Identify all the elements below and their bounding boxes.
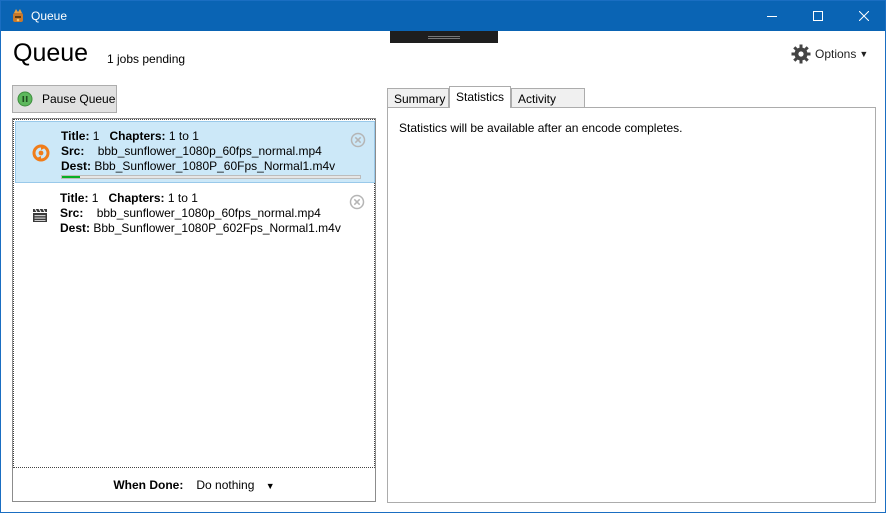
options-label: Options <box>815 47 857 61</box>
grip-icon <box>428 36 460 39</box>
dest-label: Dest: <box>60 221 91 235</box>
chapters-value: 1 to 1 <box>167 191 198 205</box>
statistics-message: Statistics will be available after an en… <box>399 121 683 135</box>
page-title: Queue <box>13 39 89 67</box>
job-details: Title: 1 Chapters: 1 to 1 Src: bbb_sunfl… <box>61 129 335 174</box>
when-done-label: When Done: <box>113 477 184 492</box>
job-title-line: Title: 1 Chapters: 1 to 1 <box>61 129 335 144</box>
when-done-bar: When Done: Do nothing ▼ <box>13 468 375 501</box>
gear-icon <box>791 44 811 64</box>
src-label: Src: <box>61 144 85 158</box>
close-button[interactable] <box>841 1 886 31</box>
window-title: Queue <box>31 9 68 23</box>
job-src-line: Src: bbb_sunflower_1080p_60fps_normal.mp… <box>60 206 341 221</box>
chapters-label: Chapters: <box>109 129 166 143</box>
title-label: Title: <box>61 129 90 143</box>
clapperboard-icon <box>31 206 49 224</box>
when-done-dropdown[interactable]: Do nothing ▼ <box>196 478 274 492</box>
queue-panel: Title: 1 Chapters: 1 to 1 Src: bbb_sunfl… <box>12 118 376 502</box>
dest-value: Bbb_Sunflower_1080P_60Fps_Normal1.m4v <box>94 159 336 173</box>
queue-list[interactable]: Title: 1 Chapters: 1 to 1 Src: bbb_sunfl… <box>13 119 375 468</box>
when-done-value: Do nothing <box>196 477 255 492</box>
job-dest-line: Dest: Bbb_Sunflower_1080P_602Fps_Normal1… <box>60 221 341 236</box>
job-details: Title: 1 Chapters: 1 to 1 Src: bbb_sunfl… <box>60 191 341 236</box>
title-label: Title: <box>60 191 89 205</box>
title-value: 1 <box>91 191 99 205</box>
src-value: bbb_sunflower_1080p_60fps_normal.mp4 <box>96 206 321 220</box>
queue-job-item[interactable]: Title: 1 Chapters: 1 to 1 Src: bbb_sunfl… <box>15 184 375 246</box>
drag-handle[interactable] <box>390 31 498 43</box>
tab-activity-log[interactable]: Activity Log <box>511 88 585 120</box>
pending-count: 1 jobs pending <box>107 52 186 66</box>
title-bar[interactable]: Queue <box>1 1 885 31</box>
minimize-icon <box>767 16 777 17</box>
chevron-down-icon: ▼ <box>265 480 275 491</box>
chapters-value: 1 to 1 <box>168 129 199 143</box>
close-icon <box>859 11 869 21</box>
pause-icon <box>17 91 33 107</box>
options-button[interactable]: Options ▼ <box>791 43 868 65</box>
handbrake-app-icon <box>10 8 26 24</box>
remove-job-icon[interactable] <box>349 194 365 210</box>
statistics-panel: Statistics will be available after an en… <box>387 107 876 503</box>
encode-progress-bar <box>61 175 361 179</box>
src-label: Src: <box>60 206 84 220</box>
job-src-line: Src: bbb_sunflower_1080p_60fps_normal.mp… <box>61 144 335 159</box>
progress-fill <box>62 176 80 178</box>
chapters-label: Chapters: <box>108 191 165 205</box>
remove-job-icon[interactable] <box>350 132 366 148</box>
maximize-button[interactable] <box>795 1 841 31</box>
minimize-button[interactable] <box>749 1 795 31</box>
dest-value: Bbb_Sunflower_1080P_602Fps_Normal1.m4v <box>93 221 341 235</box>
tab-summary[interactable]: Summary <box>387 88 449 108</box>
encoding-icon <box>32 144 50 162</box>
queue-job-item[interactable]: Title: 1 Chapters: 1 to 1 Src: bbb_sunfl… <box>15 121 375 183</box>
chevron-down-icon: ▼ <box>859 49 869 59</box>
maximize-icon <box>813 11 823 21</box>
src-value: bbb_sunflower_1080p_60fps_normal.mp4 <box>97 144 322 158</box>
job-dest-line: Dest: Bbb_Sunflower_1080P_60Fps_Normal1.… <box>61 159 335 174</box>
queue-window: Queue Queue 1 jobs pending Options ▼ Pau… <box>0 0 886 513</box>
pause-queue-button[interactable]: Pause Queue <box>12 85 117 113</box>
pause-queue-label: Pause Queue <box>42 92 116 106</box>
tab-statistics[interactable]: Statistics <box>449 86 511 108</box>
job-title-line: Title: 1 Chapters: 1 to 1 <box>60 191 341 206</box>
dest-label: Dest: <box>61 159 92 173</box>
title-value: 1 <box>92 129 100 143</box>
